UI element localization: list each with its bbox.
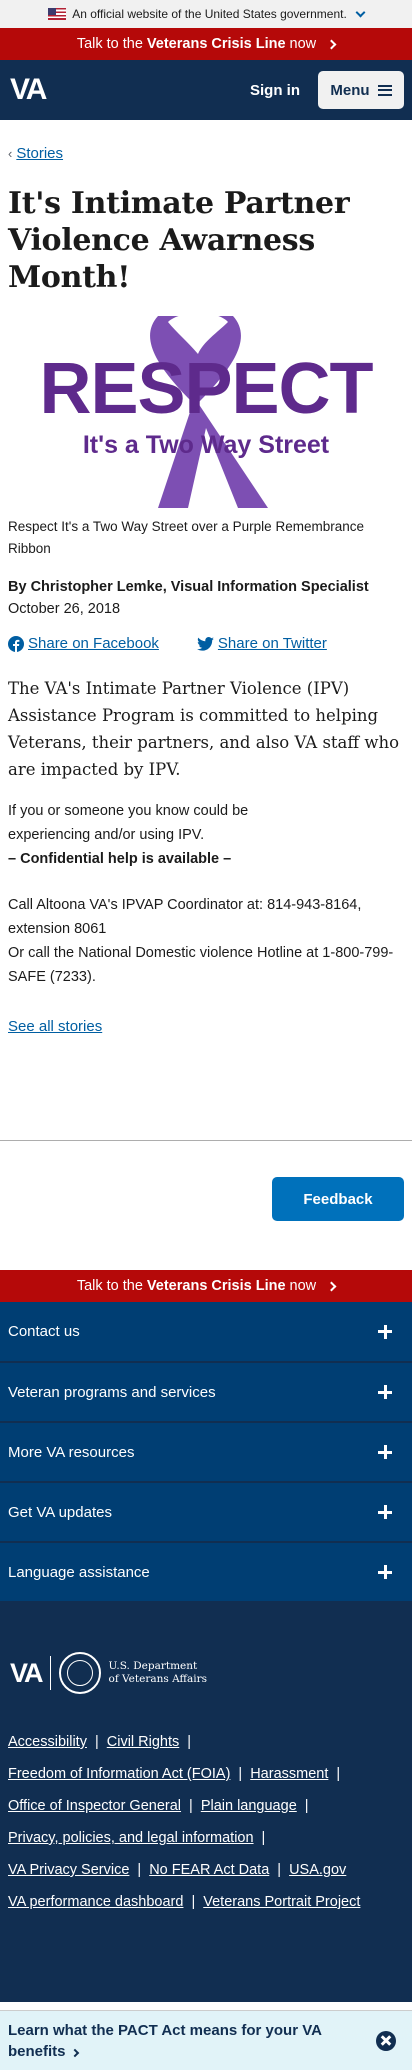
chevron-right-icon: [326, 1281, 337, 1291]
share-links: Share on Facebook Share on Twitter: [8, 635, 404, 652]
help-line1: If you or someone you know could be: [8, 803, 249, 819]
sign-in-link[interactable]: Sign in: [250, 82, 300, 99]
crisis-prefix: Talk to the: [76, 36, 143, 52]
site-header: VA Sign in Menu: [0, 60, 412, 120]
close-icon[interactable]: [376, 2030, 396, 2051]
link-civil-rights[interactable]: Civil Rights: [107, 1734, 180, 1750]
plus-icon: [378, 1385, 392, 1399]
twitter-icon: [197, 636, 214, 651]
hero-line1: RESPECT: [39, 349, 373, 429]
us-flag-icon: [48, 8, 67, 20]
accordion-contact-us[interactable]: Contact us: [0, 1302, 412, 1362]
link-privacy-service[interactable]: VA Privacy Service: [8, 1862, 129, 1878]
contact-line2: Or call the National Domestic violence H…: [8, 945, 394, 985]
hero-image: RESPECT It's a Two Way Street: [8, 308, 404, 508]
divider: [0, 1140, 412, 1141]
accordion-language-assistance[interactable]: Language assistance: [0, 1542, 412, 1602]
footer-links: Accessibility | Civil Rights | Freedom of I…: [8, 1734, 361, 1910]
contact-paragraph: Call Altoona VA's IPVAP Coordinator at: …: [8, 893, 404, 989]
chevron-down-icon[interactable]: [355, 7, 366, 17]
plus-icon: [378, 1324, 392, 1339]
main-content: ‹ Stories It's Intimate Partner Violence…: [0, 145, 412, 1035]
facebook-icon: [8, 635, 24, 652]
plus-icon: [378, 1445, 392, 1459]
publish-date: October 26, 2018: [8, 601, 121, 617]
share-facebook-link[interactable]: Share on Facebook: [28, 635, 159, 652]
chevron-left-icon: ‹: [8, 146, 13, 161]
menu-button[interactable]: Menu: [318, 71, 404, 109]
chevron-right-icon: [326, 39, 337, 49]
crisis-line-footer-banner[interactable]: Talk to the Veterans Crisis Line now: [0, 1270, 412, 1302]
breadcrumb: ‹ Stories: [8, 145, 404, 162]
share-facebook[interactable]: Share on Facebook: [8, 635, 159, 652]
footer-va-logo: VA: [10, 1657, 43, 1688]
help-bold: – Confidential help is available –: [8, 851, 232, 867]
link-foia[interactable]: Freedom of Information Act (FOIA): [8, 1766, 230, 1782]
pact-act-link[interactable]: Learn what the PACT Act means for your V…: [8, 2020, 338, 2062]
menu-label: Menu: [330, 81, 370, 99]
breadcrumb-stories-link[interactable]: Stories: [16, 145, 63, 162]
author-line: By Christopher Lemke, Visual Information…: [8, 579, 369, 595]
pact-act-banner: Learn what the PACT Act means for your V…: [0, 2010, 412, 2070]
accordion-label: Contact us: [8, 1323, 80, 1340]
crisis-prefix: Talk to the: [76, 1278, 143, 1294]
link-no-fear[interactable]: No FEAR Act Data: [149, 1862, 269, 1878]
link-accessibility[interactable]: Accessibility: [8, 1734, 87, 1750]
share-twitter[interactable]: Share on Twitter: [197, 635, 327, 652]
accordion-label: Get VA updates: [8, 1503, 112, 1521]
site-footer: Contact us Veteran programs and services…: [0, 1302, 412, 2002]
link-privacy[interactable]: Privacy, policies, and legal information: [8, 1830, 254, 1846]
link-oig[interactable]: Office of Inspector General: [8, 1798, 181, 1814]
accordion-label: Veteran programs and services: [8, 1383, 216, 1401]
page-title: It's Intimate Partner Violence Awarness …: [8, 186, 350, 295]
link-portrait-project[interactable]: Veterans Portrait Project: [203, 1894, 360, 1910]
accordion-get-updates[interactable]: Get VA updates: [0, 1482, 412, 1542]
share-twitter-link[interactable]: Share on Twitter: [218, 635, 327, 652]
feedback-button[interactable]: Feedback: [272, 1177, 404, 1221]
plus-icon: [378, 1565, 392, 1579]
image-caption: Respect It's a Two Way Street over a Pur…: [8, 519, 364, 556]
accordion-label: More VA resources: [8, 1443, 135, 1461]
link-performance-dashboard[interactable]: VA performance dashboard: [8, 1894, 183, 1910]
crisis-suffix: now: [289, 1278, 317, 1294]
hero-line2: It's a Two Way Street: [83, 431, 330, 459]
department-name: U.S. Department of Veterans Affairs: [109, 1660, 207, 1686]
accordion-label: Language assistance: [8, 1563, 150, 1581]
accordion-more-resources[interactable]: More VA resources: [0, 1422, 412, 1482]
link-harassment[interactable]: Harassment: [250, 1766, 328, 1782]
plus-icon: [378, 1505, 392, 1519]
brand-divider: [49, 1656, 51, 1690]
crisis-strong: Veterans Crisis Line: [146, 36, 286, 52]
help-line2: experiencing and/or using IPV.: [8, 827, 205, 843]
gov-banner[interactable]: An official website of the United States…: [0, 0, 412, 28]
hamburger-icon: [377, 84, 392, 96]
contact-line1: Call Altoona VA's IPVAP Coordinator at: …: [8, 897, 362, 937]
respect-ribbon-graphic: RESPECT It's a Two Way Street: [39, 313, 375, 508]
link-plain-language[interactable]: Plain language: [201, 1798, 297, 1814]
pact-act-text: Learn what the PACT Act means for your V…: [8, 2021, 322, 2060]
va-seal-icon: [58, 1652, 101, 1694]
gov-banner-text: An official website of the United States…: [72, 7, 347, 21]
link-usagov[interactable]: USA.gov: [289, 1862, 346, 1878]
help-paragraph: If you or someone you know could be expe…: [8, 799, 404, 871]
dept-line2: of Veterans Affairs: [108, 1673, 207, 1685]
va-logo[interactable]: VA: [10, 73, 47, 107]
crisis-strong: Veterans Crisis Line: [146, 1278, 286, 1294]
see-all-stories-link[interactable]: See all stories: [8, 1018, 404, 1035]
accordion-veteran-programs[interactable]: Veteran programs and services: [0, 1362, 412, 1422]
lead-paragraph: The VA's Intimate Partner Violence (IPV)…: [8, 679, 400, 779]
chevron-right-icon: [70, 2048, 79, 2057]
feedback-area: Feedback: [0, 1177, 412, 1221]
dept-line1: U.S. Department: [108, 1660, 198, 1672]
crisis-suffix: now: [289, 36, 317, 52]
crisis-line-banner[interactable]: Talk to the Veterans Crisis Line now: [0, 28, 412, 60]
footer-brand[interactable]: VA U.S. Department of Veterans Affairs: [0, 1602, 412, 1694]
